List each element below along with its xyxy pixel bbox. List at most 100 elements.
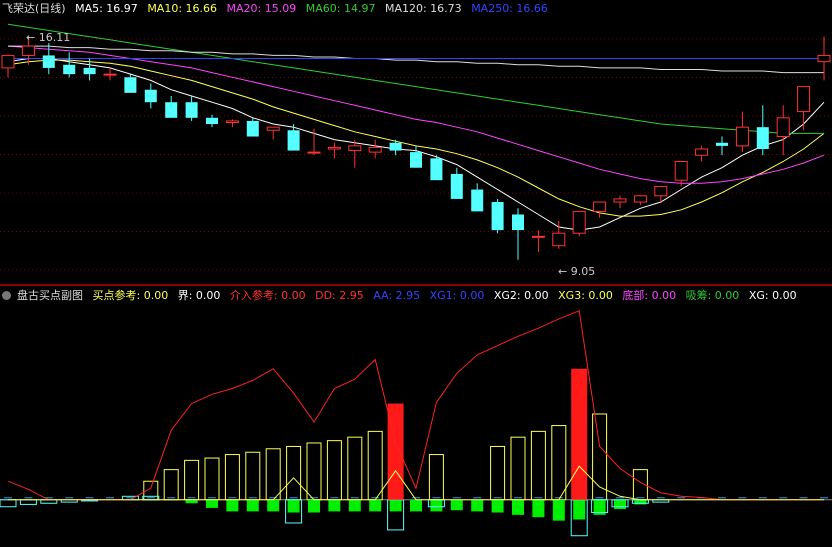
candle-body: [654, 185, 668, 197]
accumulate-bar: [471, 499, 484, 512]
legend-buy-ref: 买点参考: 0.00: [92, 289, 169, 302]
candle-body: [756, 127, 769, 149]
buy-ref-bar: [326, 440, 342, 501]
jie-line: [8, 465, 824, 501]
buy-ref-bar: [306, 442, 322, 501]
candle-body: [531, 235, 545, 238]
accumulate-bar: [614, 499, 626, 510]
candle-body: [144, 89, 157, 103]
candle-body: [572, 210, 586, 234]
candle-body: [674, 160, 688, 181]
candle: [531, 230, 545, 252]
candle-body: [735, 126, 749, 147]
indicator-chart[interactable]: [0, 287, 832, 547]
candle: [776, 105, 790, 156]
legend-xg3: XG3: 0.00: [558, 289, 613, 302]
legend-entry-ref: 介入参考: 0.00: [229, 289, 306, 302]
candle: [246, 117, 259, 137]
candle-body: [21, 45, 35, 56]
candle-body: [512, 214, 524, 231]
main-legend: 飞荣达(日线) MA5: 16.97 MA10: 16.66 MA20: 15.…: [2, 2, 554, 16]
accumulate-bar: [226, 499, 239, 512]
candle: [165, 95, 178, 118]
candle: [491, 198, 504, 234]
candle: [225, 119, 239, 128]
candle-body: [83, 67, 96, 75]
candle-body: [716, 142, 728, 146]
candle: [797, 86, 811, 131]
ma20-label: MA20: 15.09: [226, 2, 297, 15]
ma250-label: MA250: 16.66: [471, 2, 548, 15]
candle: [368, 139, 382, 159]
xg-bar: [40, 499, 58, 504]
accumulate-bar: [287, 499, 300, 513]
candle-body: [266, 126, 280, 131]
buy-ref-bar: [490, 445, 506, 501]
accumulate-bar: [185, 499, 198, 504]
buy-ref-bar: [428, 454, 444, 501]
candle: [410, 145, 422, 168]
ma60-label: MA60: 14.97: [305, 2, 376, 15]
candle: [572, 210, 586, 237]
candlestick-chart[interactable]: [0, 0, 832, 285]
buy-ref-bar: [367, 430, 383, 501]
candle-body: [63, 64, 76, 75]
candle: [512, 208, 524, 260]
candle-body: [165, 102, 178, 118]
xg-bar: [19, 499, 37, 505]
buy-ref-bar: [163, 469, 179, 501]
candle: [450, 167, 463, 199]
xg-bar: [0, 499, 17, 508]
candle-body: [287, 130, 300, 151]
candle: [185, 95, 198, 121]
accumulate-bar: [410, 499, 422, 512]
accumulate-bar: [206, 499, 218, 508]
candle-body: [103, 73, 117, 76]
accumulate-bar: [430, 499, 443, 512]
candle: [63, 52, 76, 78]
dd-line: [7, 310, 824, 501]
candle-body: [491, 202, 504, 231]
accumulate-bar: [573, 499, 586, 520]
candle-body: [450, 173, 463, 199]
accumulate-bar: [328, 499, 341, 512]
candle-body: [327, 146, 341, 150]
candle: [307, 128, 321, 156]
accumulate-bar: [532, 499, 545, 518]
legend-xg: XG: 0.00: [748, 289, 797, 302]
candle-body: [817, 54, 831, 63]
ma5-label: MA5: 16.97: [75, 2, 138, 15]
candle: [471, 183, 484, 212]
gear-icon[interactable]: [2, 291, 11, 300]
accumulate-bar: [512, 499, 524, 515]
ma120-label: MA120: 16.73: [384, 2, 462, 15]
buy-ref-bar: [184, 459, 200, 501]
candle: [613, 195, 627, 209]
accumulate-bar: [348, 499, 361, 512]
sub-legend: 盘古买点副图 买点参考: 0.00 界: 0.00 介入参考: 0.00 DD:…: [2, 289, 803, 303]
candle-body: [410, 152, 422, 168]
candle: [817, 36, 831, 81]
legend-bottom: 底部: 0.00: [622, 289, 677, 302]
indicator-panel[interactable]: 盘古买点副图 买点参考: 0.00 界: 0.00 介入参考: 0.00 DD:…: [0, 287, 832, 547]
panel-divider[interactable]: [0, 284, 832, 286]
accumulate-bar: [267, 499, 280, 512]
candle: [124, 74, 137, 93]
candle-body: [471, 189, 484, 212]
buy-ref-bar: [224, 454, 240, 501]
candle: [42, 42, 55, 75]
main-chart-panel[interactable]: 飞荣达(日线) MA5: 16.97 MA10: 16.66 MA20: 15.…: [0, 0, 832, 285]
buy-ref-bar: [265, 448, 281, 501]
candle-body: [552, 232, 566, 247]
candle-body: [185, 102, 198, 118]
candle-body: [695, 148, 709, 156]
candle: [103, 67, 117, 81]
candle: [1, 54, 15, 78]
accumulate-bar: [246, 499, 259, 512]
candle: [735, 111, 749, 153]
accumulate-bar: [552, 499, 565, 521]
candle-body: [225, 120, 239, 123]
main-title: 飞荣达(日线): [2, 2, 66, 15]
candle-body: [206, 117, 218, 125]
low-price-label: ← 9.05: [558, 265, 596, 278]
